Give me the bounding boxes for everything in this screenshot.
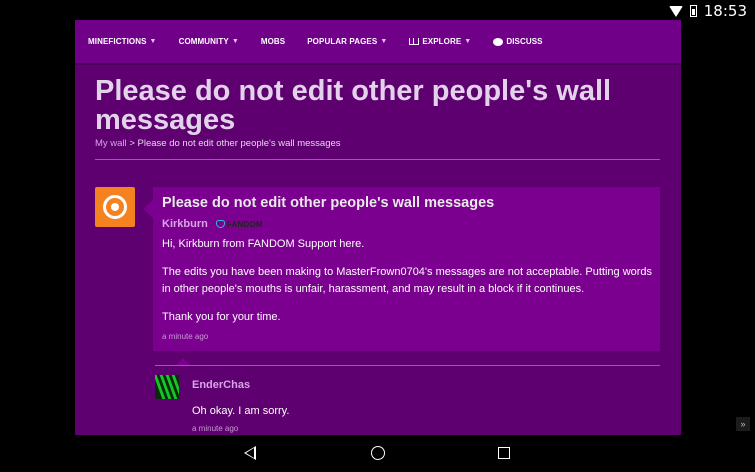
flower-icon bbox=[103, 195, 127, 219]
message-timestamp[interactable]: a minute ago bbox=[162, 332, 660, 341]
title-divider bbox=[95, 159, 660, 160]
message-author-link[interactable]: Kirkburn bbox=[162, 218, 208, 230]
speech-arrow bbox=[143, 200, 153, 218]
nav-item-label: POPULAR PAGES bbox=[307, 37, 378, 46]
nav-item-discuss[interactable]: DISCUSS bbox=[493, 37, 542, 46]
nav-item-popular-pages[interactable]: POPULAR PAGES ▼ bbox=[307, 37, 387, 46]
message-paragraph: Hi, Kirkburn from FANDOM Support here. bbox=[162, 238, 365, 250]
reply-author-link[interactable]: EnderChas bbox=[192, 379, 250, 391]
status-time: 18:53 bbox=[703, 2, 747, 20]
message-title: Please do not edit other people's wall m… bbox=[162, 195, 495, 211]
nav-item-minefictions[interactable]: MINEFICTIONS ▼ bbox=[88, 37, 157, 46]
reply-divider bbox=[155, 365, 660, 366]
nav-item-label: MOBS bbox=[260, 37, 286, 46]
nav-item-label: DISCUSS bbox=[506, 37, 543, 46]
reply-body: Oh okay. I am sorry. bbox=[192, 405, 290, 417]
status-icons: 18:53 bbox=[668, 2, 747, 20]
android-navigation-bar bbox=[0, 435, 755, 472]
home-icon[interactable] bbox=[371, 446, 385, 460]
reply-timestamp[interactable]: a minute ago bbox=[192, 424, 238, 433]
message-paragraph: Thank you for your time. bbox=[162, 311, 281, 323]
nav-item-explore[interactable]: EXPLORE ▼ bbox=[409, 37, 471, 46]
message-body: Hi, Kirkburn from FANDOM Support here. T… bbox=[162, 236, 660, 326]
nav-item-label: MINEFICTIONS bbox=[88, 37, 147, 46]
breadcrumb-current: Please do not edit other people's wall m… bbox=[137, 138, 341, 149]
reply-pointer bbox=[176, 358, 190, 365]
message-author-row: Kirkburn FANDOM bbox=[162, 218, 660, 230]
nav-item-label: COMMUNITY bbox=[178, 37, 229, 46]
staff-badge: FANDOM bbox=[215, 219, 263, 229]
nav-item-community[interactable]: COMMUNITY ▼ bbox=[179, 37, 239, 46]
breadcrumb-link-my-wall[interactable]: My wall bbox=[95, 138, 127, 149]
chevron-down-icon: ▼ bbox=[464, 38, 472, 45]
nav-item-mobs[interactable]: MOBS bbox=[261, 37, 285, 46]
reply-avatar[interactable] bbox=[155, 375, 179, 399]
wiki-page: MINEFICTIONS ▼ COMMUNITY ▼ MOBS POPULAR … bbox=[75, 20, 681, 435]
status-bar: 18:53 bbox=[0, 0, 755, 20]
chat-bubble-icon bbox=[493, 37, 504, 46]
wifi-icon bbox=[668, 5, 683, 17]
breadcrumb-separator: > bbox=[129, 138, 135, 149]
top-navigation: MINEFICTIONS ▼ COMMUNITY ▼ MOBS POPULAR … bbox=[75, 20, 681, 65]
chevron-down-icon: ▼ bbox=[231, 38, 239, 45]
fandom-heart-icon bbox=[215, 220, 225, 228]
book-icon bbox=[409, 38, 420, 45]
page-title: Please do not edit other people's wall m… bbox=[95, 75, 612, 136]
wall-message: Please do not edit other people's wall m… bbox=[143, 187, 660, 351]
battery-icon bbox=[689, 5, 697, 17]
message-paragraph: The edits you have been making to Master… bbox=[162, 266, 653, 295]
chevron-down-icon: ▼ bbox=[380, 38, 388, 45]
avatar[interactable] bbox=[95, 187, 135, 227]
staff-badge-label: FANDOM bbox=[226, 219, 263, 229]
scroll-to-top-button[interactable]: » bbox=[736, 417, 750, 431]
breadcrumb: My wall > Please do not edit other peopl… bbox=[95, 138, 341, 149]
nav-item-label: EXPLORE bbox=[422, 37, 462, 46]
chevron-down-icon: ▼ bbox=[149, 38, 157, 45]
back-icon[interactable] bbox=[244, 446, 256, 460]
recents-icon[interactable] bbox=[498, 447, 510, 459]
